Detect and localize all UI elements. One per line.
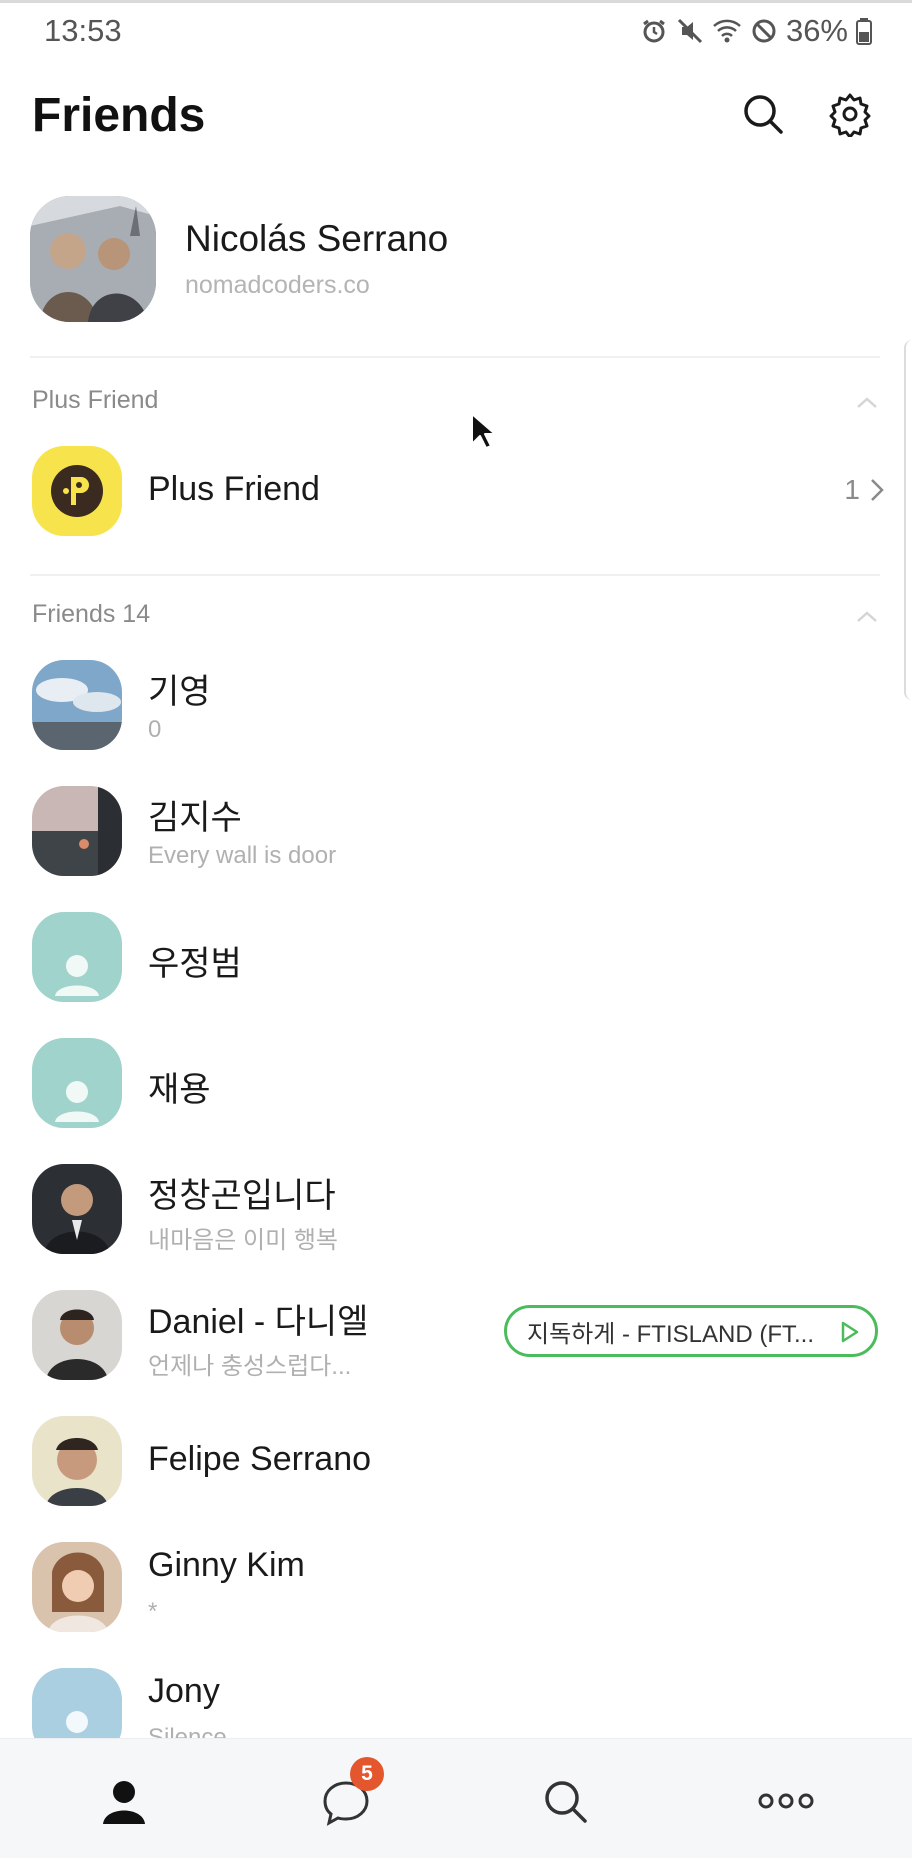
profile-name: Nicolás Serrano: [185, 218, 449, 259]
header: Friends: [0, 70, 912, 165]
search-button[interactable]: [737, 90, 789, 142]
tab-chats[interactable]: 5: [306, 1757, 386, 1841]
bottom-nav: 5: [0, 1738, 912, 1858]
friend-status: 언제나 충성스럽다...: [148, 1353, 352, 1380]
friend-status: Silence: [148, 1724, 227, 1738]
more-dots-icon: [758, 1793, 814, 1809]
plus-friend-count-value: 1: [844, 474, 860, 505]
avatar: [32, 1542, 122, 1632]
avatar: [32, 1290, 122, 1380]
chevron-right-icon: [871, 479, 884, 501]
friend-row[interactable]: 김지수 Every wall is door: [0, 786, 912, 906]
avatar: [32, 786, 122, 876]
battery-percent: 36%: [785, 13, 848, 48]
friend-name: Felipe Serrano: [148, 1440, 372, 1478]
alarm-icon: [640, 17, 668, 45]
friend-row[interactable]: Jony Silence: [0, 1668, 912, 1738]
friend-row[interactable]: 기영 0: [0, 660, 912, 780]
friend-name: 우정범: [148, 945, 242, 983]
friend-row[interactable]: 재용: [0, 1038, 912, 1158]
chevron-up-icon: [857, 611, 877, 622]
mute-icon: [676, 17, 704, 45]
status-bar: 13:53 36%: [0, 0, 912, 58]
profile-music-button[interactable]: 지독하게 - FTISLAND (FT...: [504, 1305, 878, 1357]
person-icon: [55, 955, 99, 996]
friend-name: 재용: [148, 1071, 211, 1109]
status-time: 13:53: [44, 13, 122, 48]
gear-icon: [827, 91, 873, 142]
avatar: [32, 1164, 122, 1254]
default-avatar: [32, 912, 122, 1002]
person-icon: [103, 1781, 145, 1824]
status-icons: 36%: [640, 13, 872, 49]
friend-row[interactable]: 우정범: [0, 912, 912, 1032]
unread-badge: 5: [350, 1757, 384, 1791]
friend-name: 김지수: [148, 799, 242, 837]
chevron-up-icon: [857, 397, 877, 408]
battery-icon: [856, 17, 872, 45]
plus-friend-count: 1: [844, 474, 886, 506]
friend-status: 0: [148, 716, 162, 743]
scroll-edge[interactable]: [904, 340, 912, 700]
music-label: 지독하게 - FTISLAND (FT...: [527, 1320, 814, 1348]
tab-more[interactable]: [746, 1761, 826, 1841]
friend-row[interactable]: Ginny Kim *: [0, 1542, 912, 1662]
plus-friend-section-header[interactable]: Plus Friend: [32, 386, 882, 426]
tab-friends[interactable]: [84, 1761, 164, 1841]
play-icon: [841, 1321, 859, 1343]
avatar: [30, 196, 156, 322]
plus-friend-logo: [32, 446, 122, 536]
search-icon: [741, 92, 785, 141]
friends-section-header[interactable]: Friends 14: [32, 600, 882, 640]
default-avatar: [32, 1038, 122, 1128]
friend-name: 기영: [148, 673, 211, 711]
section-title: Friends 14: [32, 600, 151, 628]
avatar: [32, 660, 122, 750]
friend-status: Every wall is door: [148, 842, 337, 869]
plus-friend-row[interactable]: Plus Friend 1: [0, 446, 912, 566]
settings-button[interactable]: [824, 90, 876, 142]
mouse-cursor-icon: [471, 413, 496, 449]
friend-name: Jony: [148, 1672, 220, 1710]
friend-row[interactable]: Felipe Serrano: [0, 1416, 912, 1536]
avatar: [32, 1416, 122, 1506]
friend-status: *: [148, 1598, 158, 1625]
friend-name: Ginny Kim: [148, 1546, 305, 1584]
friend-name: Daniel - 다니엘: [148, 1303, 369, 1341]
tab-search[interactable]: [525, 1761, 605, 1841]
divider: [30, 356, 880, 358]
search-icon: [545, 1781, 587, 1823]
page-title: Friends: [32, 89, 206, 142]
profile-status: nomadcoders.co: [185, 271, 370, 299]
plus-friend-name: Plus Friend: [148, 470, 320, 508]
person-icon: [55, 1081, 99, 1122]
wifi-icon: [712, 17, 742, 45]
person-icon: [66, 1711, 88, 1733]
default-avatar: [32, 1668, 122, 1738]
divider: [30, 574, 880, 576]
my-profile[interactable]: Nicolás Serrano nomadcoders.co: [30, 196, 880, 326]
friend-status: 내마음은 이미 행복: [148, 1227, 338, 1254]
block-icon: [750, 17, 778, 45]
friend-row[interactable]: 정창곤입니다 내마음은 이미 행복: [0, 1164, 912, 1284]
section-title: Plus Friend: [32, 386, 159, 414]
friend-name: 정창곤입니다: [148, 1177, 336, 1215]
